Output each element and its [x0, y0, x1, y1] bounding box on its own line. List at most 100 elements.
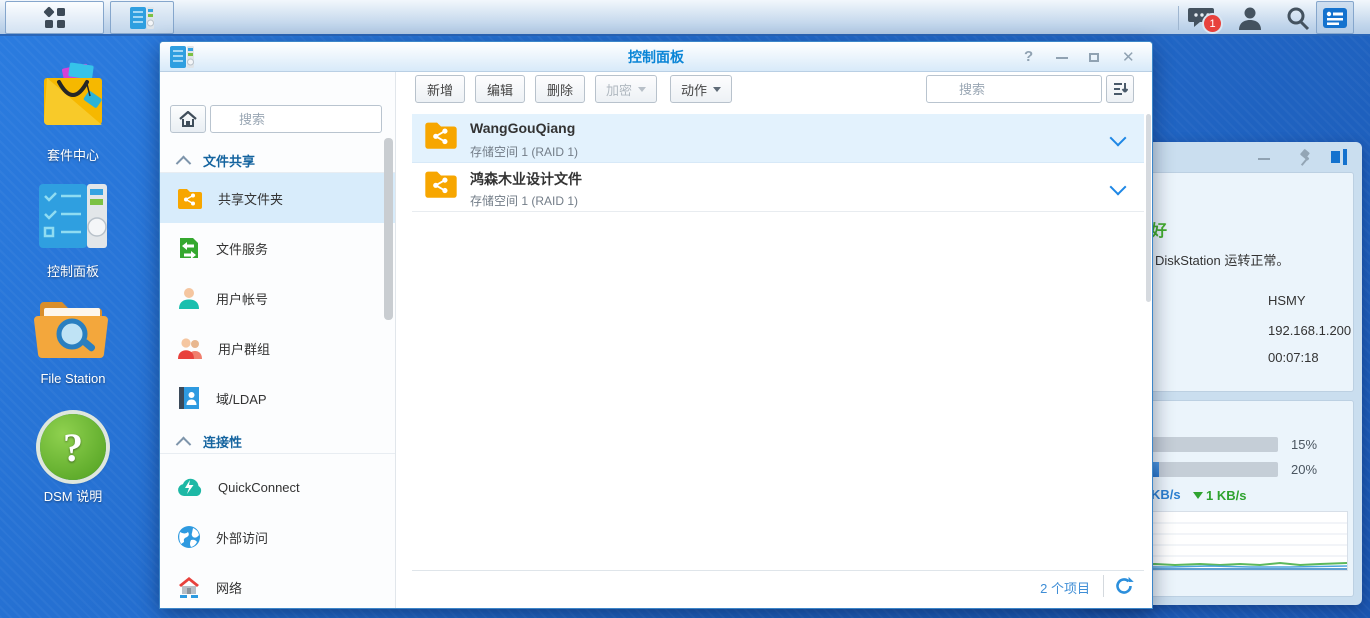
desktop-icon-package-center[interactable]: 套件中心: [8, 60, 138, 164]
sidebar-item-shared-folder[interactable]: 共享文件夹: [160, 173, 396, 223]
list-filter-input[interactable]: [926, 75, 1102, 103]
control-panel-mini-icon: [129, 6, 155, 30]
window-minimize-button[interactable]: [1056, 57, 1068, 59]
file-station-icon: [34, 296, 112, 362]
sort-icon: [1113, 82, 1128, 96]
external-access-globe-icon: [177, 525, 201, 549]
down-arrow-icon: [1193, 492, 1203, 504]
user-group-icon: [177, 336, 203, 360]
taskbar-divider: [1178, 6, 1179, 30]
window-title: 控制面板: [160, 42, 1152, 72]
edit-button[interactable]: 编辑: [475, 75, 525, 103]
question-glyph: ?: [63, 424, 83, 471]
desktop-icon-label: DSM 说明: [8, 486, 138, 505]
ip-address-value: 192.168.1.200: [1268, 323, 1351, 338]
sidebar-item-network[interactable]: 网络: [160, 562, 396, 608]
window-app-icon: [169, 45, 195, 69]
file-services-icon: [177, 236, 201, 260]
upload-speed-label: KB/s: [1151, 487, 1181, 502]
desktop-icon-control-panel[interactable]: 控制面板: [8, 182, 138, 280]
main-menu-button[interactable]: [5, 1, 104, 34]
sidebar-item-user-group[interactable]: 用户群组: [160, 323, 396, 373]
download-speed-label: 1 KB/s: [1193, 487, 1246, 504]
shared-folder-icon: [177, 188, 203, 209]
user-menu-button[interactable]: [1237, 5, 1263, 36]
sidebar-search-input[interactable]: [210, 105, 382, 133]
new-button[interactable]: 新增: [415, 75, 465, 103]
widgets-icon: [1323, 8, 1347, 28]
taskbar-search-button[interactable]: [1285, 5, 1311, 36]
shared-folder-row[interactable]: WangGouQiang 存储空间 1 (RAID 1): [412, 114, 1144, 163]
notifications-button[interactable]: 1: [1188, 5, 1222, 33]
folder-name: WangGouQiang: [470, 120, 575, 136]
cpu-percent-label: 15%: [1291, 437, 1317, 452]
user-icon: [1237, 5, 1263, 31]
control-panel-icon: [35, 182, 111, 252]
ram-percent-label: 20%: [1291, 462, 1317, 477]
help-icon: ?: [40, 414, 106, 480]
widget-minimize-icon[interactable]: [1258, 158, 1270, 160]
sidebar-item-user-account[interactable]: 用户帐号: [160, 273, 396, 323]
expand-chevron-icon[interactable]: [1110, 179, 1127, 196]
desktop-icon-label: File Station: [8, 371, 138, 386]
shared-folder-row[interactable]: 鸿森木业设计文件 存储空间 1 (RAID 1): [412, 163, 1144, 212]
folder-name: 鸿森木业设计文件: [470, 169, 582, 189]
delete-button[interactable]: 删除: [535, 75, 585, 103]
taskbar: 1: [0, 0, 1370, 36]
folder-location: 存储空间 1 (RAID 1): [470, 192, 578, 209]
sort-button[interactable]: [1106, 75, 1134, 103]
control-panel-sidebar: 文件共享 共享文件夹 文件服务: [160, 72, 396, 608]
server-name-value: HSMY: [1268, 293, 1306, 308]
desktop-icon-label: 控制面板: [8, 261, 138, 280]
uptime-value: 00:07:18: [1268, 350, 1319, 365]
sidebar-section-connectivity[interactable]: 连接性: [160, 429, 396, 454]
window-close-button[interactable]: ✕: [1122, 48, 1135, 66]
expand-chevron-icon[interactable]: [1110, 130, 1127, 147]
chevron-up-icon: [176, 436, 192, 452]
network-sparkline: [1129, 511, 1348, 571]
action-button[interactable]: 动作: [670, 75, 732, 103]
sidebar-section-file-sharing[interactable]: 文件共享: [160, 148, 396, 173]
status-divider: [412, 570, 1144, 571]
desktop: 好 DiskStation 运转正常。 HSMY 192.168.1.200 0…: [0, 0, 1370, 618]
main-menu-grid-icon: [42, 5, 68, 31]
window-maximize-button[interactable]: [1089, 53, 1099, 62]
home-icon: [179, 111, 197, 127]
network-icon: [177, 575, 201, 599]
caret-down-icon: [638, 87, 646, 96]
window-help-button[interactable]: ?: [1024, 42, 1033, 72]
widgets-toggle-button[interactable]: [1316, 1, 1354, 34]
sidebar-scrollbar[interactable]: [384, 138, 393, 320]
sidebar-item-quickconnect[interactable]: QuickConnect: [160, 462, 396, 512]
desktop-icon-label: 套件中心: [8, 145, 138, 164]
window-titlebar[interactable]: 控制面板 ? ✕: [160, 42, 1152, 72]
user-account-icon: [177, 286, 201, 310]
desktop-icon-file-station[interactable]: File Station: [8, 296, 138, 386]
folder-location: 存储空间 1 (RAID 1): [470, 143, 578, 160]
sidebar-item-file-services[interactable]: 文件服务: [160, 223, 396, 273]
refresh-icon[interactable]: [1114, 576, 1134, 596]
status-separator: [1103, 575, 1104, 597]
home-button[interactable]: [170, 105, 206, 133]
caret-down-icon: [713, 87, 721, 96]
health-status-text: 好: [1151, 217, 1167, 241]
shared-folder-icon: [424, 121, 458, 149]
sidebar-item-external-access[interactable]: 外部访问: [160, 512, 396, 562]
search-icon: [1285, 5, 1311, 31]
package-center-icon: [35, 60, 111, 136]
quickconnect-icon: [177, 477, 203, 497]
item-count-label: 2 个项目: [990, 578, 1090, 597]
pin-icon[interactable]: [1294, 148, 1314, 168]
widget-panel-icon[interactable]: [1330, 149, 1348, 165]
health-message: DiskStation 运转正常。: [1155, 250, 1289, 269]
shared-folder-icon: [424, 170, 458, 198]
encrypt-button[interactable]: 加密: [595, 75, 657, 103]
taskbar-control-panel-button[interactable]: [110, 1, 174, 34]
control-panel-window: 控制面板 ? ✕ 文件共享: [160, 42, 1152, 608]
list-scrollbar[interactable]: [1146, 114, 1151, 302]
desktop-icon-dsm-help[interactable]: ? DSM 说明: [8, 414, 138, 505]
chevron-up-icon: [176, 155, 192, 171]
notification-badge: 1: [1202, 13, 1223, 34]
domain-ldap-icon: [177, 386, 201, 410]
sidebar-item-domain-ldap[interactable]: 域/LDAP: [160, 373, 396, 423]
